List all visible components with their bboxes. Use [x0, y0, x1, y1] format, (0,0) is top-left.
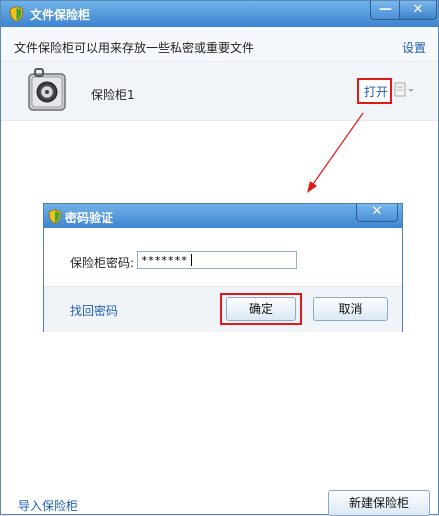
cancel-button[interactable]: 取消 [313, 297, 388, 321]
password-dialog: 密码验证 ✕ 保险柜密码: 找回密码 确定 取消 [43, 203, 403, 332]
document-dropdown-icon[interactable] [394, 82, 416, 98]
ok-button[interactable]: 确定 [226, 297, 296, 321]
dialog-body: 保险柜密码: 找回密码 确定 取消 [44, 228, 402, 332]
retrieve-password-link[interactable]: 找回密码 [70, 302, 118, 319]
settings-link[interactable]: 设置 [402, 39, 426, 56]
vault-window: 文件保险柜 — ✕ 文件保险柜可以用来存放一些私密或重要文件 设置 保险柜1 打… [0, 0, 439, 516]
password-field[interactable] [137, 251, 297, 269]
new-vault-button[interactable]: 新建保险柜 [328, 490, 430, 516]
shield-icon [48, 209, 62, 224]
text-caret [191, 254, 192, 266]
dialog-title-bar: 密码验证 ✕ [44, 204, 402, 228]
open-highlight: 打开 [357, 78, 392, 104]
close-button[interactable]: ✕ [399, 1, 437, 20]
safe-icon [28, 68, 66, 111]
vault-name: 保险柜1 [91, 88, 135, 102]
description-bar: 文件保险柜可以用来存放一些私密或重要文件 设置 [1, 27, 438, 62]
window-title: 文件保险柜 [30, 8, 91, 22]
title-bar: 文件保险柜 — ✕ [1, 1, 438, 27]
dialog-close-button[interactable]: ✕ [356, 204, 398, 222]
shield-icon [9, 6, 24, 22]
import-vault-link[interactable]: 导入保险柜 [18, 497, 78, 514]
annotation-arrow [307, 112, 364, 193]
password-label: 保险柜密码: [70, 256, 135, 270]
minimize-button[interactable]: — [370, 1, 401, 20]
description-text: 文件保险柜可以用来存放一些私密或重要文件 [14, 41, 255, 55]
dialog-footer: 找回密码 确定 取消 [44, 286, 402, 332]
dialog-title: 密码验证 [65, 211, 114, 225]
open-link[interactable]: 打开 [364, 83, 388, 100]
